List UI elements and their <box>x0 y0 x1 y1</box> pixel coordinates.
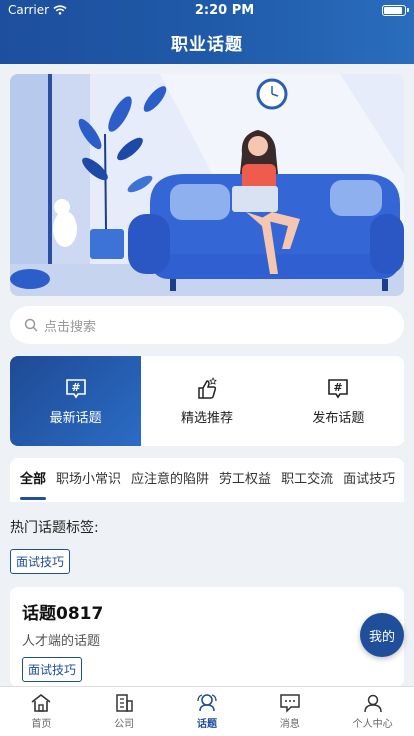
user-icon <box>363 694 382 713</box>
banner-image <box>10 74 404 296</box>
feature-recommended[interactable]: 精选推荐 <box>141 356 272 446</box>
tabbar-label: 消息 <box>279 719 300 730</box>
hashtag-chat-icon: # <box>328 378 349 398</box>
topic-card[interactable]: 话题0817 人才端的话题 面试技巧 <box>10 587 404 687</box>
search-icon <box>24 318 38 332</box>
feature-publish-topic[interactable]: # 发布话题 <box>273 356 404 446</box>
feature-label: 发布话题 <box>312 410 365 426</box>
tabbar-profile[interactable]: 个人中心 <box>331 687 414 736</box>
tab-pitfalls[interactable]: 应注意的陷阱 <box>131 458 209 502</box>
category-tabs: 全部 职场小常识 应注意的陷阱 劳工权益 职工交流 面试技巧 <box>10 458 404 502</box>
feature-label: 最新话题 <box>49 410 102 426</box>
carrier-label: Carrier <box>8 3 50 17</box>
status-time: 2:20 PM <box>194 2 255 18</box>
topic-tag[interactable]: 面试技巧 <box>22 657 83 682</box>
tabbar-topics[interactable]: 话题 <box>166 687 249 736</box>
hot-tag[interactable]: 面试技巧 <box>10 549 71 574</box>
bottom-tab-bar: 首页 公司 话题 消息 个人中心 <box>0 686 414 736</box>
building-icon <box>116 694 133 712</box>
my-floating-button[interactable]: 我的 <box>360 613 404 657</box>
feature-row: # 最新话题 精选推荐 # 发布话题 <box>10 356 404 446</box>
tab-workplace-tips[interactable]: 职场小常识 <box>56 458 121 502</box>
search-bar[interactable]: 点击搜索 <box>10 306 404 344</box>
wifi-icon <box>53 5 67 15</box>
tabbar-messages[interactable]: 消息 <box>248 687 331 736</box>
feature-latest-topics[interactable]: # 最新话题 <box>10 356 142 446</box>
banner-illustration[interactable] <box>10 74 404 296</box>
tab-worker-exchange[interactable]: 职工交流 <box>281 458 333 502</box>
feature-label: 精选推荐 <box>180 410 233 426</box>
svg-text:#: # <box>71 381 80 394</box>
header: Carrier 2:20 PM 职业话题 <box>0 0 414 64</box>
message-icon <box>280 694 300 713</box>
page-title: 职业话题 <box>171 34 243 55</box>
tabbar-label: 话题 <box>196 719 217 730</box>
hot-tags-label: 热门话题标签: <box>10 520 99 536</box>
topic-title: 话题0817 <box>22 604 104 624</box>
status-bar: Carrier 2:20 PM <box>0 0 414 20</box>
tab-all[interactable]: 全部 <box>20 458 47 502</box>
battery-icon <box>382 4 409 16</box>
tab-interview-tips[interactable]: 面试技巧 <box>343 458 395 502</box>
tabbar-company[interactable]: 公司 <box>83 687 166 736</box>
topic-subtitle: 人才端的话题 <box>22 634 101 649</box>
tabbar-label: 首页 <box>31 719 52 730</box>
tab-labor-rights[interactable]: 劳工权益 <box>219 458 271 502</box>
search-input[interactable]: 点击搜索 <box>44 316 96 335</box>
svg-text:#: # <box>334 381 343 394</box>
tabbar-label: 公司 <box>114 719 135 730</box>
tabbar-label: 个人中心 <box>352 719 393 730</box>
hashtag-chat-icon: # <box>65 378 86 398</box>
thumbs-up-icon <box>198 376 217 399</box>
home-icon <box>31 693 51 712</box>
tabbar-home[interactable]: 首页 <box>0 687 83 736</box>
topic-icon <box>197 694 217 712</box>
